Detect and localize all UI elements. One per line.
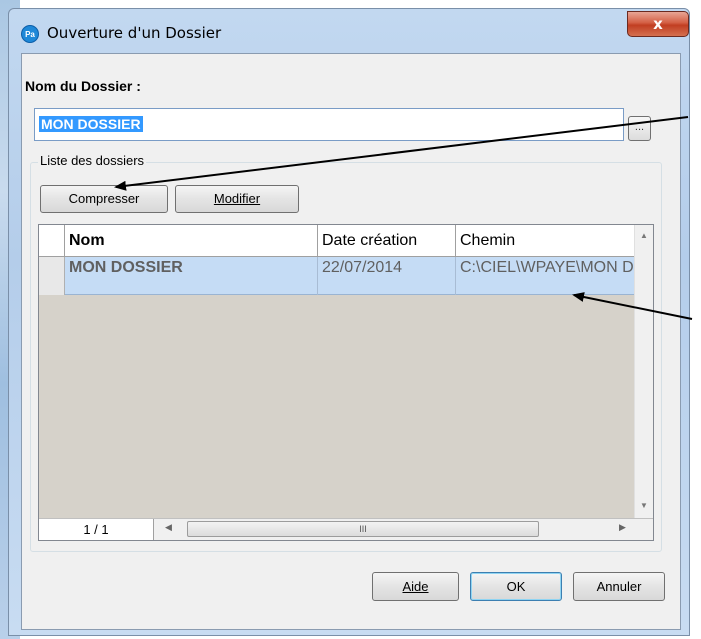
annotation-arrow-path [572,292,693,320]
annotation-arrows [114,116,693,320]
annotation-arrow-compress [114,116,689,191]
